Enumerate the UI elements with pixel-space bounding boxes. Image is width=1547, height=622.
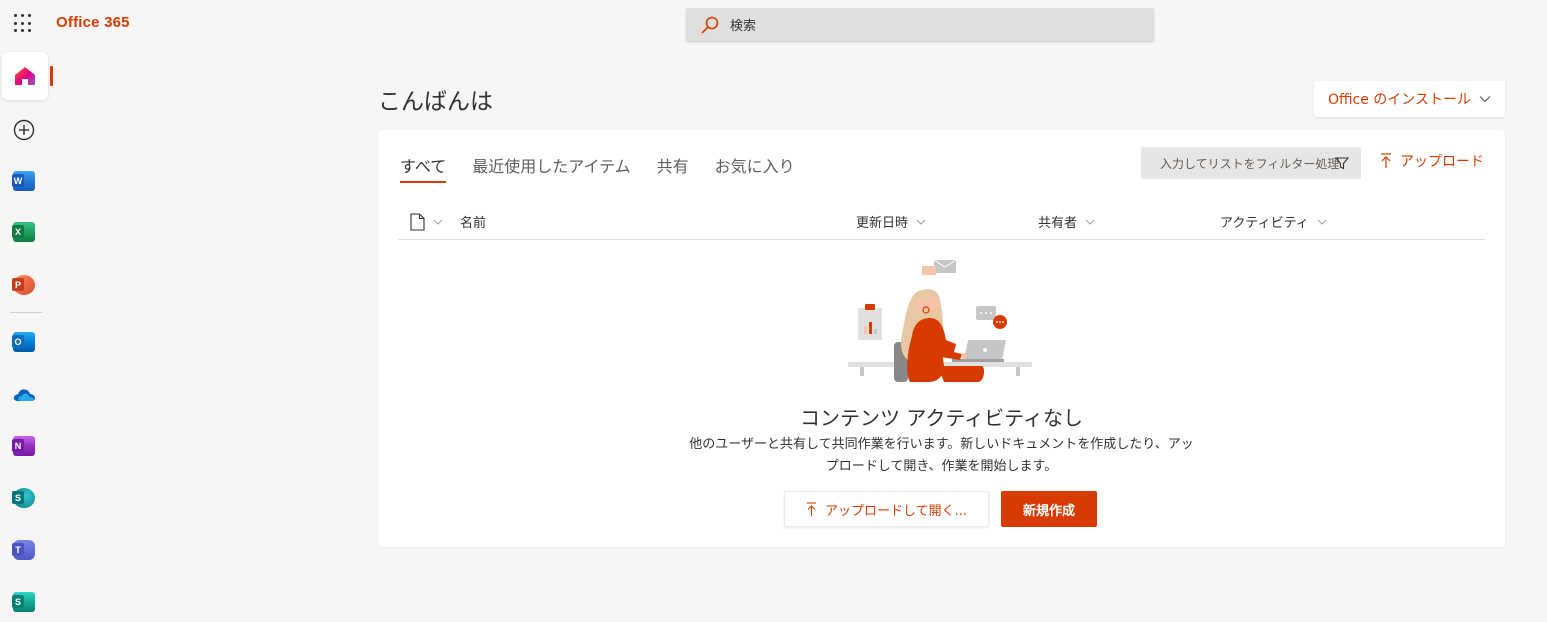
sway-icon: S	[12, 592, 35, 612]
search-icon	[701, 16, 719, 33]
page-title: こんばんは	[378, 89, 493, 115]
upload-and-open-button[interactable]: アップロードして開く...	[784, 491, 989, 527]
upload-and-open-label: アップロードして開く...	[824, 503, 967, 519]
tab-all[interactable]: すべて	[400, 153, 459, 183]
rail-onedrive-button[interactable]	[0, 370, 48, 418]
upload-icon	[1381, 153, 1391, 168]
outlook-icon: O	[12, 332, 35, 352]
column-shared-by[interactable]: 共有者	[1038, 212, 1095, 231]
upload-label: アップロード	[1400, 154, 1484, 170]
filter-icon	[1335, 157, 1349, 170]
empty-state-title: コンテンツ アクティビティなし	[800, 406, 1083, 430]
rail-home-button[interactable]	[2, 52, 48, 100]
install-office-button[interactable]: Office のインストール	[1314, 81, 1505, 117]
tab-favorites[interactable]: お気に入り	[702, 153, 808, 183]
column-activity[interactable]: アクティビティ	[1220, 212, 1327, 231]
sharepoint-icon: S	[12, 488, 35, 508]
documents-card: すべて 最近使用したアイテム 共有 お気に入り 入力してリストをフィルター処理 …	[378, 130, 1505, 547]
tab-shared[interactable]: 共有	[644, 153, 702, 183]
rail-teams-button[interactable]: T	[0, 526, 48, 574]
upload-icon	[806, 501, 816, 516]
rail-sharepoint-button[interactable]: S	[0, 474, 48, 522]
filter-input[interactable]: 入力してリストをフィルター処理	[1141, 147, 1361, 179]
powerpoint-icon: P	[12, 275, 35, 295]
rail-outlook-button[interactable]: O	[0, 318, 48, 366]
chevron-down-icon	[1085, 219, 1095, 225]
column-name-label: 名前	[460, 216, 487, 231]
excel-icon: X	[12, 222, 35, 242]
rail-word-button[interactable]: W	[0, 157, 48, 205]
word-icon: W	[12, 171, 35, 191]
column-shared-by-label: 共有者	[1038, 216, 1078, 231]
create-icon	[13, 119, 35, 141]
empty-state-description-line2: プロードして開き、作業を開始します。	[825, 459, 1058, 474]
rail-excel-button[interactable]: X	[0, 208, 48, 256]
rail-active-indicator	[50, 66, 53, 86]
empty-state-description: 他のユーザーと共有して共同作業を行います。新しいドキュメントを作成したり、アッ …	[656, 434, 1227, 478]
rail-powerpoint-button[interactable]: P	[0, 261, 48, 309]
onenote-icon: N	[12, 436, 35, 456]
search-placeholder: 検索	[730, 19, 757, 34]
new-document-button[interactable]: 新規作成	[1001, 491, 1097, 527]
file-type-column[interactable]	[410, 213, 443, 231]
teams-icon: T	[12, 540, 35, 560]
rail-create-button[interactable]	[0, 106, 48, 154]
install-office-label: Office のインストール	[1327, 92, 1472, 108]
empty-state-description-line1: 他のユーザーと共有して共同作業を行います。新しいドキュメントを作成したり、アッ	[689, 437, 1194, 452]
column-activity-label: アクティビティ	[1220, 216, 1309, 231]
column-modified[interactable]: 更新日時	[856, 212, 926, 231]
chevron-down-icon	[916, 219, 926, 225]
rail-sway-button[interactable]: S	[0, 578, 48, 622]
rail-divider	[10, 312, 42, 313]
brand-title[interactable]: Office 365	[56, 14, 130, 31]
document-tabs: すべて 最近使用したアイテム 共有 お気に入り	[400, 153, 808, 183]
filter-placeholder: 入力してリストをフィルター処理	[1160, 156, 1340, 171]
empty-state-illustration	[848, 259, 1032, 382]
file-list-header: 名前 更新日時 共有者 アクティビティ	[398, 202, 1485, 240]
onedrive-icon	[13, 389, 35, 401]
tab-recent[interactable]: 最近使用したアイテム	[459, 153, 643, 183]
chevron-down-icon	[1317, 219, 1327, 225]
chevron-down-icon	[1479, 96, 1491, 103]
rail-onenote-button[interactable]: N	[0, 422, 48, 470]
home-icon	[15, 67, 35, 85]
upload-button[interactable]: アップロード	[1380, 151, 1484, 171]
chevron-down-icon	[433, 219, 443, 225]
app-launcher-icon[interactable]	[14, 14, 34, 34]
column-modified-label: 更新日時	[856, 216, 909, 231]
column-name[interactable]: 名前	[460, 212, 486, 231]
file-icon	[410, 213, 425, 231]
search-box[interactable]: 検索	[686, 8, 1154, 41]
